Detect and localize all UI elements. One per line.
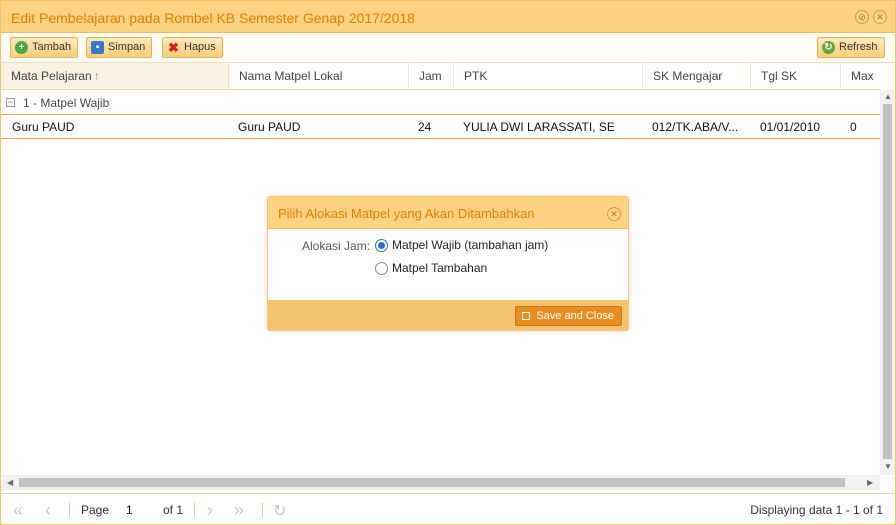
collapse-icon[interactable]: − xyxy=(6,98,15,107)
cell-jam: 24 xyxy=(418,120,432,134)
scroll-down-icon[interactable]: ▼ xyxy=(884,462,892,471)
window-title: Edit Pembelajaran pada Rombel KB Semeste… xyxy=(11,10,415,26)
radio-option-matpel-tambahan[interactable]: Matpel Tambahan xyxy=(375,261,487,275)
refresh-icon: ↻ xyxy=(822,41,835,54)
simpan-label: Simpan xyxy=(108,41,146,53)
maximize-icon[interactable]: ⊘ xyxy=(855,10,869,24)
refresh-button[interactable]: ↻ Refresh xyxy=(817,37,885,58)
pager-separator xyxy=(194,503,195,517)
last-page-icon[interactable]: » xyxy=(234,500,244,521)
edit-pembelajaran-window: Edit Pembelajaran pada Rombel KB Semeste… xyxy=(0,0,896,525)
cell-sk-mengajar: 012/TK.ABA/V... xyxy=(652,120,739,134)
checkbox-icon xyxy=(522,312,531,320)
radio-button[interactable] xyxy=(375,261,388,275)
column-header-nama-matpel-lokal[interactable]: Nama Matpel Lokal xyxy=(229,63,409,89)
dialog-titlebar: Pilih Alokasi Matpel yang Akan Ditambahk… xyxy=(268,197,628,229)
radio-button[interactable] xyxy=(375,238,388,252)
refresh-icon[interactable]: ↻ xyxy=(273,501,286,521)
cell-tgl-sk: 01/01/2010 xyxy=(760,120,821,134)
simpan-button[interactable]: ▪ Simpan xyxy=(86,37,153,58)
sort-ascending-icon: ↑ xyxy=(93,69,100,83)
grid-header: Mata Pelajaran ↑ Nama Matpel Lokal Jam PT… xyxy=(1,63,881,90)
toolbar: + Tambah ▪ Simpan ✖ Hapus ↻ Refresh xyxy=(1,33,895,63)
radio-label: Matpel Tambahan xyxy=(392,261,488,275)
save-and-close-button[interactable]: Save and Close xyxy=(515,306,622,326)
plus-circle-icon: + xyxy=(15,41,28,54)
display-info: Displaying data 1 - 1 of 1 xyxy=(750,503,883,517)
hapus-button[interactable]: ✖ Hapus xyxy=(162,37,223,58)
column-header-tgl-sk[interactable]: Tgl SK xyxy=(751,63,841,89)
alokasi-jam-label: Alokasi Jam: xyxy=(302,239,371,253)
refresh-label: Refresh xyxy=(839,41,878,53)
group-row[interactable]: − 1 - Matpel Wajib xyxy=(1,90,881,115)
column-header-sk-mengajar[interactable]: SK Mengajar xyxy=(643,63,751,89)
pager-separator xyxy=(69,503,70,517)
dialog-body: Alokasi Jam: Matpel Wajib (tambahan jam)… xyxy=(268,229,628,300)
pagination-bar: « ‹ Page of 1 › » ↻ Displaying data 1 - … xyxy=(1,493,895,524)
column-label: PTK xyxy=(464,69,488,83)
window-titlebar: Edit Pembelajaran pada Rombel KB Semeste… xyxy=(1,1,895,33)
cell-nama-matpel-lokal: Guru PAUD xyxy=(238,120,301,134)
column-header-jam[interactable]: Jam xyxy=(409,63,454,89)
column-label: Max xyxy=(851,69,874,83)
group-label: 1 - Matpel Wajib xyxy=(23,96,110,110)
close-icon[interactable]: ✕ xyxy=(873,10,887,24)
page-number-input[interactable] xyxy=(120,500,154,519)
x-icon: ✖ xyxy=(168,40,179,55)
table-row[interactable]: Guru PAUD Guru PAUD 24 YULIA DWI LARASSA… xyxy=(1,115,881,139)
cell-max: 0 xyxy=(850,120,857,134)
save-and-close-label: Save and Close xyxy=(536,310,614,322)
alokasi-dialog: Pilih Alokasi Matpel yang Akan Ditambahk… xyxy=(267,196,629,331)
vertical-scroll-thumb[interactable] xyxy=(883,104,892,459)
radio-option-matpel-wajib[interactable]: Matpel Wajib (tambahan jam) xyxy=(375,238,548,252)
scroll-right-icon[interactable]: ▶ xyxy=(867,478,873,487)
column-label: SK Mengajar xyxy=(653,69,723,83)
cell-ptk: YULIA DWI LARASSATI, SE xyxy=(463,120,615,134)
column-label: Jam xyxy=(419,69,442,83)
vertical-scrollbar[interactable]: ▲ ▼ xyxy=(880,90,895,475)
column-label: Tgl SK xyxy=(761,69,798,83)
horizontal-scroll-thumb[interactable] xyxy=(19,478,845,487)
column-header-ptk[interactable]: PTK xyxy=(454,63,643,89)
prev-page-icon[interactable]: ‹ xyxy=(45,500,51,521)
dialog-footer: Save and Close xyxy=(268,300,628,330)
page-of-label: of 1 xyxy=(163,503,184,517)
scroll-left-icon[interactable]: ◀ xyxy=(7,478,13,487)
radio-label: Matpel Wajib (tambahan jam) xyxy=(392,238,549,252)
tambah-button[interactable]: + Tambah xyxy=(10,37,79,58)
next-page-icon[interactable]: › xyxy=(207,500,213,521)
tambah-label: Tambah xyxy=(32,41,72,53)
first-page-icon[interactable]: « xyxy=(13,500,23,521)
pager-separator xyxy=(262,503,263,517)
scroll-up-icon[interactable]: ▲ xyxy=(884,92,892,101)
dialog-title: Pilih Alokasi Matpel yang Akan Ditambahk… xyxy=(278,206,535,221)
column-header-mata-pelajaran[interactable]: Mata Pelajaran ↑ xyxy=(1,63,229,89)
hapus-label: Hapus xyxy=(184,41,216,53)
page-label: Page xyxy=(81,503,110,517)
floppy-icon: ▪ xyxy=(91,41,104,54)
column-label: Nama Matpel Lokal xyxy=(239,69,343,83)
cell-mata-pelajaran: Guru PAUD xyxy=(12,120,75,134)
close-icon[interactable]: ✕ xyxy=(607,207,621,221)
window-tools: ⊘ ✕ xyxy=(855,10,887,24)
column-label: Mata Pelajaran xyxy=(11,69,92,83)
horizontal-scrollbar[interactable]: ◀ ▶ xyxy=(1,475,880,490)
column-header-max[interactable]: Max xyxy=(841,63,881,89)
